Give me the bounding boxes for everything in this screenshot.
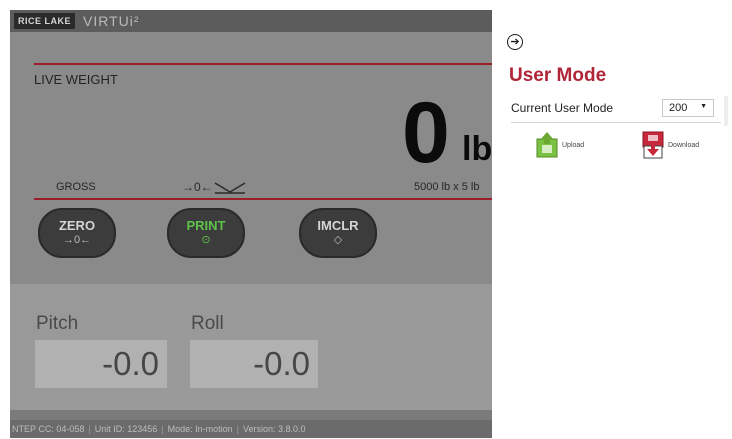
mode-text: Mode: In-motion bbox=[167, 424, 233, 434]
top-bar: RICE LAKE VIRTUi² bbox=[10, 10, 492, 32]
virtui-brand: VIRTUi² bbox=[83, 13, 140, 29]
weight-unit: lb bbox=[462, 130, 492, 168]
rice-lake-logo: RICE LAKE bbox=[14, 13, 76, 29]
capacity-label: 5000 lb x 5 lb bbox=[414, 181, 480, 193]
zero-button[interactable]: ZERO →0← bbox=[38, 208, 116, 258]
main-app: RICE LAKE VIRTUi² LIVE WEIGHT 0 lb GROSS… bbox=[10, 10, 492, 438]
unit-id-text: Unit ID: 123456 bbox=[94, 424, 158, 434]
zero-button-label: ZERO bbox=[58, 218, 96, 234]
print-button-label: PRINT bbox=[186, 218, 226, 234]
user-mode-select[interactable]: 200 ▼ bbox=[662, 99, 714, 117]
user-mode-select-value: 200 bbox=[669, 102, 688, 114]
motion-envelope-icon bbox=[214, 182, 246, 194]
top-divider bbox=[34, 63, 492, 65]
download-label: Download bbox=[668, 141, 700, 149]
arrow-right-circle-icon[interactable]: ➔ bbox=[507, 34, 523, 50]
status-footer: NTEP CC: 04-058 | Unit ID: 123456 | Mode… bbox=[10, 420, 492, 438]
upload-button[interactable]: Upload bbox=[535, 131, 584, 159]
zero-symbol-icon: →0← bbox=[62, 234, 92, 247]
print-button[interactable]: PRINT ⊙ bbox=[167, 208, 245, 258]
live-weight-label: LIVE WEIGHT bbox=[34, 72, 118, 87]
bottom-divider bbox=[34, 198, 492, 200]
print-symbol-icon: ⊙ bbox=[201, 234, 211, 247]
chevron-down-icon: ▼ bbox=[700, 103, 707, 110]
scrollbar[interactable] bbox=[724, 96, 728, 126]
mode-divider bbox=[511, 122, 721, 123]
weight-value: 0 bbox=[402, 85, 450, 181]
pitch-value: -0.0 bbox=[35, 340, 167, 388]
version-text: Version: 3.8.0.0 bbox=[242, 424, 306, 434]
pitch-label: Pitch bbox=[36, 313, 79, 334]
imclr-button-label: IMCLR bbox=[317, 218, 359, 234]
current-user-mode-label: Current User Mode bbox=[511, 101, 614, 115]
roll-value: -0.0 bbox=[190, 340, 318, 388]
center-of-zero-icon: →0← bbox=[182, 180, 213, 194]
gross-label: GROSS bbox=[56, 181, 96, 193]
download-icon bbox=[642, 131, 664, 159]
download-button[interactable]: Download bbox=[641, 131, 699, 159]
upload-icon bbox=[536, 132, 558, 158]
user-mode-panel: ➔ User Mode Current User Mode 200 ▼ Uplo… bbox=[492, 10, 732, 439]
imclr-button[interactable]: IMCLR ◇ bbox=[299, 208, 377, 258]
imclr-symbol-icon: ◇ bbox=[333, 234, 343, 247]
ntep-text: NTEP CC: 04-058 bbox=[12, 424, 85, 434]
upload-label: Upload bbox=[562, 141, 585, 149]
panel-title: User Mode bbox=[509, 65, 607, 86]
roll-label: Roll bbox=[191, 313, 224, 334]
